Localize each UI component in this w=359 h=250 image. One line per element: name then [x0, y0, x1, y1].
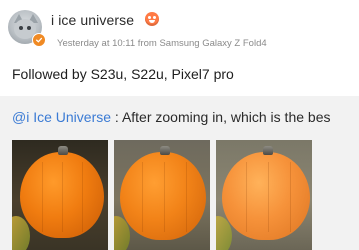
post-text: Followed by S23u, S22u, Pixel7 pro [12, 66, 234, 82]
verified-badge-icon [32, 33, 46, 47]
photo-thumbnail-1[interactable] [12, 140, 108, 250]
cat-eye-icon [19, 26, 23, 30]
photo-thumbnail-3[interactable] [216, 140, 312, 250]
quote-body: After zooming in, which is the bes [121, 109, 331, 125]
mention-link[interactable]: @i Ice Universe [12, 109, 111, 125]
quote-separator: : [111, 109, 122, 125]
emoji-badge-icon [145, 12, 159, 26]
post-header: i ice universe Yesterday at 10:11 from S… [8, 8, 359, 50]
cat-eye-icon [27, 26, 31, 30]
photo-thumbnail-2[interactable] [114, 140, 210, 250]
quoted-post-text: @i Ice Universe : After zooming in, whic… [12, 109, 330, 125]
username[interactable]: i ice universe [51, 12, 134, 28]
quoted-post[interactable]: @i Ice Universe : After zooming in, whic… [0, 96, 359, 250]
post-meta: Yesterday at 10:11 from Samsung Galaxy Z… [57, 38, 267, 49]
